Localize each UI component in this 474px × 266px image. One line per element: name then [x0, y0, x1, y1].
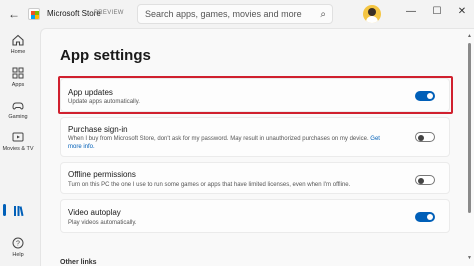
apps-icon [12, 67, 24, 79]
sidebar-item-label: Help [12, 252, 24, 258]
movies-icon [12, 132, 24, 142]
active-indicator [3, 204, 6, 216]
user-avatar[interactable] [363, 5, 381, 23]
scroll-down-icon[interactable]: ▼ [467, 255, 472, 261]
toggle-knob [418, 134, 424, 141]
video-autoplay-toggle[interactable] [415, 212, 435, 222]
sidebar-item-apps[interactable]: Apps [0, 66, 36, 88]
purchase-sign-in-toggle[interactable] [415, 132, 435, 142]
back-arrow-icon[interactable]: ← [8, 8, 22, 20]
offline-permissions-toggle[interactable] [415, 175, 435, 185]
page-title: App settings [60, 47, 151, 64]
search-input[interactable]: Search apps, games, movies and more ⌕ [137, 4, 333, 24]
svg-text:?: ? [16, 241, 20, 248]
sidebar-item-movies-tv[interactable]: Movies & TV [0, 130, 36, 152]
other-links-heading: Other links [60, 259, 97, 266]
sidebar-item-gaming[interactable]: Gaming [0, 98, 36, 120]
home-icon [12, 34, 24, 46]
setting-description: When I buy from Microsoft Store, don't a… [68, 135, 388, 151]
setting-title: Video autoplay [68, 208, 121, 217]
toggle-knob [427, 214, 433, 220]
preview-badge: PREVIEW [94, 10, 124, 16]
app-title: Microsoft Store [47, 9, 101, 18]
highlight-box [58, 76, 453, 114]
setting-purchase-sign-in: Purchase sign-in When I buy from Microso… [60, 117, 450, 157]
minimize-button[interactable]: — [404, 5, 418, 19]
avatar-head-shape [368, 8, 376, 16]
sidebar-item-label: Home [10, 49, 26, 55]
close-button[interactable]: ✕ [455, 5, 469, 19]
maximize-button[interactable]: ☐ [430, 5, 444, 19]
gaming-icon [12, 102, 24, 110]
help-icon: ? [12, 237, 24, 249]
description-text: When I buy from Microsoft Store, don't a… [68, 136, 369, 142]
library-icon [14, 206, 24, 217]
setting-title: Purchase sign-in [68, 125, 128, 134]
sidebar-item-label: Apps [11, 82, 25, 88]
microsoft-store-logo-icon [28, 8, 40, 20]
settings-content: App settings App updates Update apps aut… [40, 28, 474, 266]
setting-description: Turn on this PC the one I use to run som… [68, 182, 351, 188]
scroll-up-icon[interactable]: ▲ [467, 33, 472, 39]
search-placeholder: Search apps, games, movies and more [145, 9, 302, 19]
scrollbar[interactable]: ▲ ▼ [467, 33, 472, 261]
title-bar: ← Microsoft Store PREVIEW Search apps, g… [0, 0, 474, 28]
setting-offline-permissions: Offline permissions Turn on this PC the … [60, 162, 450, 194]
setting-title: Offline permissions [68, 170, 136, 179]
avatar-body-shape [366, 16, 378, 23]
scrollbar-thumb[interactable] [468, 43, 471, 213]
sidebar-item-label: Gaming [8, 114, 28, 120]
sidebar-item-home[interactable]: Home [0, 33, 36, 55]
toggle-knob [418, 177, 424, 184]
setting-video-autoplay: Video autoplay Play videos automatically… [60, 199, 450, 233]
sidebar-item-label: Movies & TV [2, 146, 34, 152]
sidebar-item-library[interactable] [0, 204, 36, 218]
sidebar-nav: Home Apps Gaming Movies & TV ? Help [0, 28, 36, 266]
sidebar-item-help[interactable]: ? Help [0, 236, 36, 258]
setting-description: Play videos automatically. [68, 220, 137, 226]
search-icon[interactable]: ⌕ [320, 9, 326, 20]
